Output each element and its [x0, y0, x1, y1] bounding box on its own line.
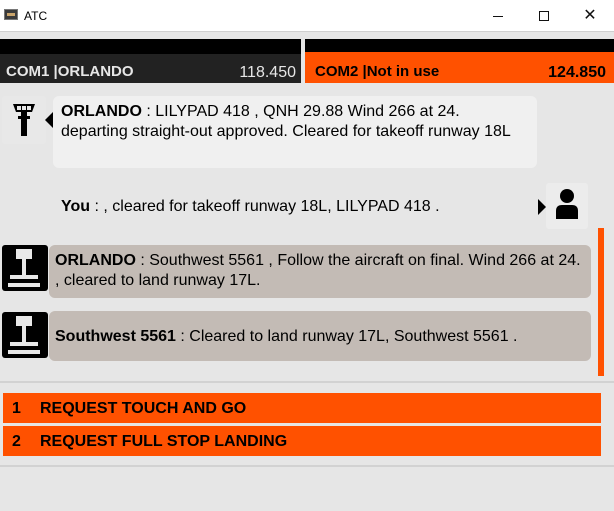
com1-tab[interactable]: COM1 |ORLANDO 118.450: [0, 39, 301, 83]
window-title: ATC: [24, 9, 48, 23]
message-bubble: Southwest 5561 : Cleared to land runway …: [49, 311, 591, 361]
message-bubble: ORLANDO : Southwest 5561 , Follow the ai…: [49, 245, 591, 298]
option-label: REQUEST FULL STOP LANDING: [40, 433, 288, 450]
minimize-button[interactable]: [475, 0, 521, 32]
com1-label: COM1 |ORLANDO: [6, 63, 134, 80]
tower-icon: [2, 312, 48, 358]
maximize-button[interactable]: [521, 0, 567, 32]
option-request-full-stop-landing[interactable]: 2 REQUEST FULL STOP LANDING: [3, 426, 601, 456]
close-icon: ✕: [583, 7, 597, 24]
minimize-icon: [493, 15, 503, 17]
com2-label: COM2 |Not in use: [315, 63, 440, 80]
divider: [0, 381, 614, 383]
com2-tab[interactable]: COM2 |Not in use 124.850: [305, 39, 614, 83]
user-icon: [546, 183, 588, 229]
divider: [0, 465, 614, 467]
message-text: : Cleared to land runway 17L, Southwest …: [175, 328, 518, 345]
tower-icon: [2, 96, 46, 144]
option-label: REQUEST TOUCH AND GO: [40, 400, 247, 417]
title-bar: ATC ✕: [0, 0, 614, 32]
tower-icon: [2, 245, 48, 291]
com1-frequency: 118.450: [239, 64, 296, 81]
message-bubble: You : , cleared for takeoff runway 18L, …: [53, 183, 534, 229]
message-text: : , cleared for takeoff runway 18L, LILY…: [90, 198, 440, 215]
close-button[interactable]: ✕: [567, 0, 613, 32]
maximize-icon: [539, 11, 549, 21]
option-number: 2: [12, 433, 21, 450]
message-sender: ORLANDO: [61, 103, 142, 120]
option-request-touch-and-go[interactable]: 1 REQUEST TOUCH AND GO: [3, 393, 601, 423]
com2-frequency: 124.850: [548, 64, 606, 81]
scrollbar[interactable]: [598, 228, 604, 376]
message-sender: Southwest 5561: [55, 328, 176, 345]
message-sender: You: [61, 198, 91, 215]
option-number: 1: [12, 400, 21, 417]
message-bubble: ORLANDO : LILYPAD 418 , QNH 29.88 Wind 2…: [53, 96, 537, 168]
app-icon: [4, 9, 18, 20]
message-sender: ORLANDO: [55, 252, 136, 269]
